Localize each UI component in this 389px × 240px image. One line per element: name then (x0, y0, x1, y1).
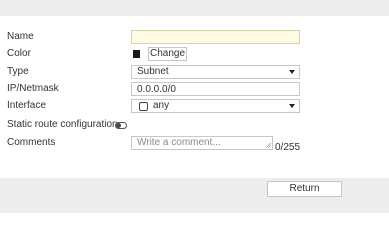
caret-down-icon (289, 104, 295, 108)
top-bar (0, 0, 389, 16)
comment-char-counter: 0/255 (275, 142, 301, 153)
comments-placeholder: Write a comment... (137, 137, 221, 148)
ip-netmask-field-wrapper (131, 82, 300, 96)
type-label: Type (7, 66, 29, 77)
name-field-wrapper (131, 30, 300, 44)
static-route-label: Static route configuration (7, 119, 118, 130)
interface-square-icon (139, 102, 148, 111)
interface-select-value: any (153, 100, 170, 111)
interface-label: Interface (7, 100, 46, 111)
ip-netmask-input[interactable] (132, 83, 299, 95)
color-label: Color (7, 48, 31, 59)
toggle-knob (116, 123, 121, 128)
ip-netmask-label: IP/Netmask (7, 83, 59, 94)
interface-select[interactable]: any (131, 99, 300, 113)
static-route-toggle[interactable] (115, 122, 127, 129)
name-input[interactable] (132, 31, 299, 43)
comments-label: Comments (7, 137, 56, 148)
return-button[interactable]: Return (267, 181, 342, 197)
comments-textarea[interactable]: Write a comment... (131, 136, 273, 150)
name-label: Name (7, 31, 34, 42)
type-select[interactable]: Subnet (131, 65, 300, 79)
change-color-button[interactable]: Change (148, 47, 187, 61)
caret-down-icon (289, 70, 295, 74)
type-select-value: Subnet (137, 66, 169, 77)
color-swatch-icon (133, 50, 140, 58)
resize-handle-icon[interactable] (266, 143, 271, 148)
